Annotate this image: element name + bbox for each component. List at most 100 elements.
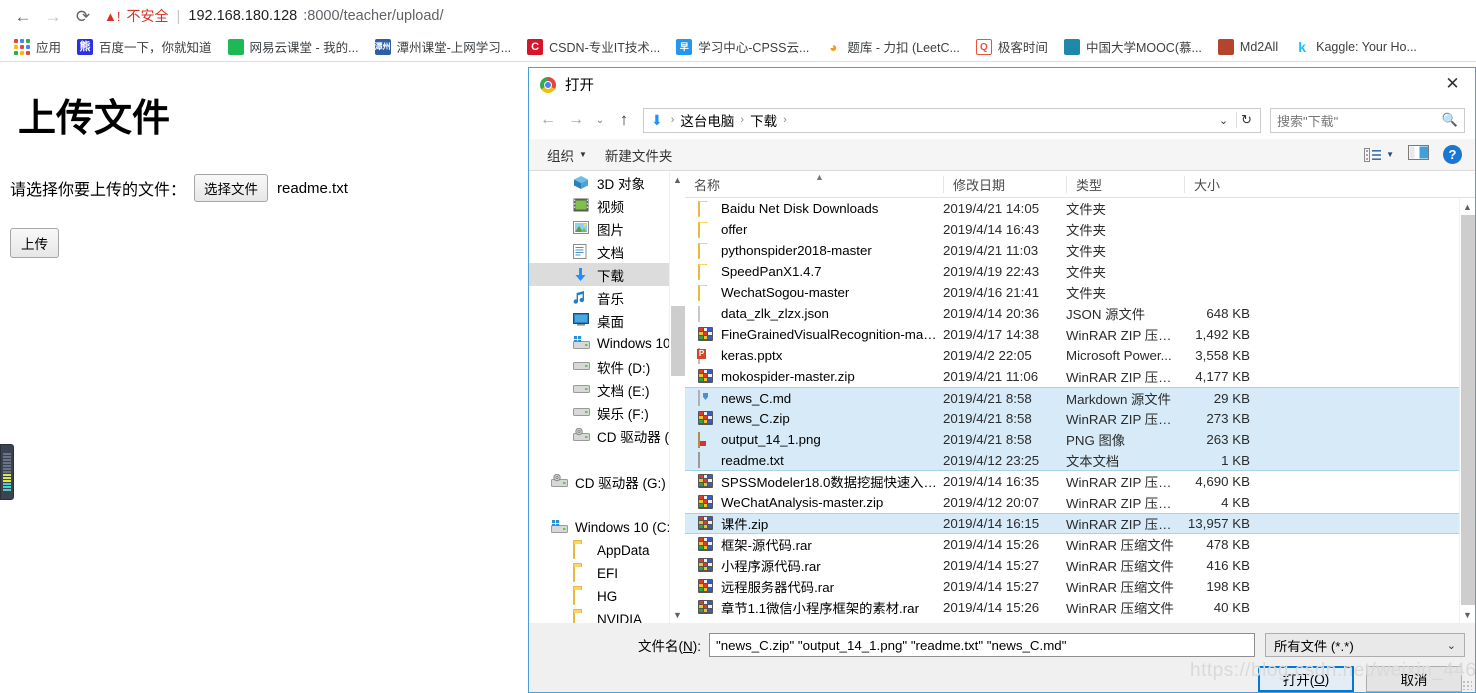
sidebar-item[interactable]: CD 驱动器 (G:) (529, 424, 685, 447)
table-row[interactable]: offer 2019/4/14 16:43 文件夹 (685, 219, 1475, 240)
table-row[interactable]: news_C.md 2019/4/21 8:58 Markdown 源文件 29 KB (685, 387, 1475, 408)
dialog-back-icon[interactable]: ← (535, 107, 561, 133)
forward-icon[interactable]: → (38, 2, 68, 30)
table-row[interactable]: Baidu Net Disk Downloads 2019/4/21 14:05 文… (685, 198, 1475, 219)
bookmark-leetcode[interactable]: ◕ 题库 - 力扣 (LeetC... (817, 34, 968, 59)
file-type: 文件夹 (1066, 223, 1106, 238)
sidebar-item[interactable]: 文档 (E:) (529, 378, 669, 401)
table-row[interactable]: 框架-源代码.rar 2019/4/14 15:26 WinRAR 压缩文件 478 … (685, 534, 1475, 555)
dialog-history-icon[interactable]: ⌄ (591, 107, 609, 133)
breadcrumb-item-this-pc[interactable]: 这台电脑 (680, 110, 734, 130)
column-header-date[interactable]: 修改日期 (943, 175, 1066, 193)
sidebar-item[interactable]: AppData (529, 539, 669, 562)
sidebar-item[interactable]: Windows 10 (C (529, 332, 685, 355)
table-row[interactable]: WechatSogou-master 2019/4/16 21:41 文件夹 (685, 282, 1475, 303)
dialog-up-icon[interactable]: ↑ (611, 107, 637, 133)
filename-input[interactable]: "news_C.zip" "output_14_1.png" "readme.t… (709, 633, 1255, 657)
sidebar-item-label: 视频 (597, 199, 624, 215)
table-row[interactable]: FineGrainedVisualRecognition-master... 20… (685, 324, 1475, 345)
edge-side-widget[interactable] (0, 444, 14, 500)
table-row[interactable]: WeChatAnalysis-master.zip 2019/4/12 20:07… (685, 492, 1475, 513)
file-type: 文件夹 (1066, 202, 1106, 217)
breadcrumb[interactable]: ⬇ › 这台电脑 › 下载 › ⌄ ↻ (643, 107, 1261, 133)
close-icon[interactable]: ✕ (1430, 68, 1475, 99)
filetype-select[interactable]: 所有文件 (*.*) ⌄ (1265, 633, 1465, 657)
table-row[interactable]: SpeedPanX1.4.7 2019/4/19 22:43 文件夹 (685, 261, 1475, 282)
url-path: :8000/teacher/upload/ (303, 8, 444, 24)
winrar-zip-icon (698, 515, 713, 532)
column-header-size[interactable]: 大小 (1184, 175, 1256, 193)
search-input[interactable]: 搜索"下载" 🔍 (1270, 107, 1465, 133)
sidebar-item[interactable]: 娱乐 (F:) (529, 401, 669, 424)
table-row[interactable]: readme.txt 2019/4/12 23:25 文本文档 1 KB (685, 450, 1475, 471)
open-button[interactable]: 打开(O) (1258, 666, 1354, 692)
breadcrumb-dropdown-icon[interactable]: ⌄ (1214, 114, 1233, 127)
breadcrumb-separator: › (670, 114, 675, 126)
cancel-button[interactable]: 取消 (1366, 666, 1462, 692)
table-row[interactable]: pythonspider2018-master 2019/4/21 11:03 文件… (685, 240, 1475, 261)
bookmark-mooc[interactable]: 中国大学MOOC(慕... (1056, 34, 1210, 59)
dialog-forward-icon[interactable]: → (563, 107, 589, 133)
bookmark-geektime[interactable]: Q 极客时间 (968, 34, 1056, 59)
sidebar-item[interactable]: 图片 (529, 217, 669, 240)
table-row[interactable]: 远程服务器代码.rar 2019/4/14 15:27 WinRAR 压缩文件 198… (685, 576, 1475, 597)
column-header-type[interactable]: 类型 (1066, 175, 1184, 193)
file-list-scrollbar[interactable]: ▲ ▼ (1459, 198, 1475, 623)
sidebar-item[interactable]: 3D 对象 (529, 171, 669, 194)
bookmark-label: CSDN-专业IT技术... (549, 41, 661, 55)
help-icon[interactable]: ? (1443, 145, 1462, 164)
file-date: 2019/4/12 23:25 (943, 452, 1040, 468)
sidebar-item[interactable]: 下载 (529, 263, 669, 286)
table-row[interactable]: 课件.zip 2019/4/14 16:15 WinRAR ZIP 压缩... 13,… (685, 513, 1475, 534)
preview-pane-icon[interactable] (1408, 144, 1429, 165)
breadcrumb-item-downloads[interactable]: 下载 (750, 110, 777, 130)
sidebar-item[interactable]: CD 驱动器 (G:) M (529, 470, 681, 493)
organize-button[interactable]: 组织 ▼ (538, 145, 596, 165)
sidebar-item[interactable]: 桌面 (529, 309, 669, 332)
sidebar-item[interactable]: HG (529, 585, 669, 608)
bookmark-kaggle[interactable]: k Kaggle: Your Ho... (1286, 36, 1425, 58)
table-row[interactable]: 小程序源代码.rar 2019/4/14 15:27 WinRAR 压缩文件 416 … (685, 555, 1475, 576)
choose-file-button[interactable]: 选择文件 (194, 174, 269, 202)
table-row[interactable]: output_14_1.png 2019/4/21 8:58 PNG 图像 263 K… (685, 429, 1475, 450)
sidebar-item[interactable]: 音乐 (529, 286, 669, 309)
resize-grip[interactable] (1462, 680, 1472, 690)
table-row[interactable]: mokospider-master.zip 2019/4/21 11:06 WinR… (685, 366, 1475, 387)
bookmark-csdn[interactable]: C CSDN-专业IT技术... (519, 34, 668, 59)
sidebar-item[interactable]: 文档 (529, 240, 669, 263)
table-row[interactable]: SPSSModeler18.0数据挖掘快速入门视... 2019/4/14 16:… (685, 471, 1475, 492)
new-folder-button[interactable]: 新建文件夹 (596, 145, 682, 165)
scroll-down-icon[interactable]: ▼ (670, 606, 685, 623)
upload-button[interactable]: 上传 (10, 228, 59, 258)
file-type: 文本文档 (1066, 453, 1120, 469)
table-row[interactable]: keras.pptx 2019/4/2 22:05 Microsoft Power.… (685, 345, 1475, 366)
scrollbar-thumb[interactable] (1461, 215, 1475, 605)
list-view-icon[interactable]: ▼ (1364, 147, 1394, 162)
bookmark-netease[interactable]: 网易云课堂 - 我的... (220, 34, 367, 59)
winrar-zip-icon (698, 473, 713, 490)
back-icon[interactable]: ← (8, 2, 38, 30)
sidebar-item-label: NVIDIA (597, 612, 643, 623)
refresh-icon[interactable]: ↻ (1236, 112, 1256, 128)
scrollbar-thumb[interactable] (671, 306, 685, 376)
sidebar-item[interactable]: 视频 (529, 194, 669, 217)
column-header-name[interactable]: 名称 (685, 176, 943, 193)
table-row[interactable]: 章节1.1微信小程序框架的素材.rar 2019/4/14 15:26 WinRAR… (685, 597, 1475, 618)
scroll-up-icon[interactable]: ▲ (1460, 198, 1475, 215)
sidebar-scrollbar[interactable]: ▲ ▼ (669, 171, 685, 623)
bookmark-md2all[interactable]: Md2All (1210, 36, 1286, 58)
bookmark-baidu[interactable]: 熊 百度一下，你就知道 (69, 34, 220, 59)
scroll-up-icon[interactable]: ▲ (670, 171, 685, 188)
scroll-down-icon[interactable]: ▼ (1460, 606, 1475, 623)
sidebar-item[interactable]: NVIDIA (529, 608, 669, 623)
table-row[interactable]: news_C.zip 2019/4/21 8:58 WinRAR ZIP 压缩...… (685, 408, 1475, 429)
bookmark-cpss[interactable]: 早 学习中心-CPSS云... (668, 34, 817, 59)
address-bar[interactable]: ▲! 不安全 | 192.168.180.128:8000/teacher/up… (104, 3, 1468, 29)
bookmark-tanzhou[interactable]: 潭州 潭州课堂-上网学习... (367, 34, 520, 59)
sidebar-item[interactable]: EFI (529, 562, 669, 585)
reload-icon[interactable]: ⟳ (68, 2, 98, 30)
sidebar-item[interactable]: 软件 (D:) (529, 355, 669, 378)
bookmark-apps[interactable]: 应用 (6, 34, 69, 59)
sidebar-item[interactable]: Windows 10 (C:) (529, 516, 675, 539)
table-row[interactable]: data_zlk_zlzx.json 2019/4/14 20:36 JSON 源文… (685, 303, 1475, 324)
